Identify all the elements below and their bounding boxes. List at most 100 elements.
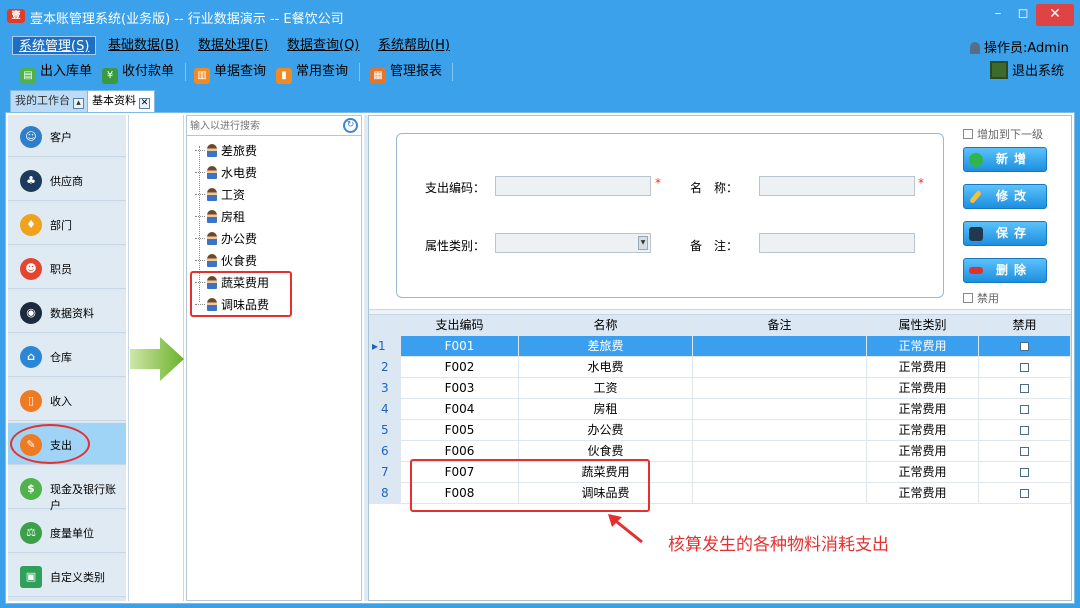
- col-header-type[interactable]: 属性类别: [867, 315, 979, 336]
- grid-cell-name[interactable]: 房租: [519, 399, 693, 420]
- col-header-name[interactable]: 名称: [519, 315, 693, 336]
- row-number[interactable]: 5: [369, 420, 401, 441]
- disabled-checkbox[interactable]: [1020, 363, 1029, 372]
- disabled-checkbox[interactable]: [1020, 405, 1029, 414]
- close-button[interactable]: ✕: [1036, 4, 1074, 26]
- toolbar-payment-order-button[interactable]: ¥ 收付款单: [102, 61, 174, 84]
- grid-cell-note[interactable]: [693, 336, 867, 357]
- delete-button[interactable]: 删除: [963, 258, 1047, 283]
- sidebar-item-supplier[interactable]: ♣ 供应商: [8, 159, 126, 201]
- col-header-disabled[interactable]: 禁用: [979, 315, 1071, 336]
- menu-help[interactable]: 系统帮助(H): [372, 36, 456, 55]
- add-button[interactable]: 新增: [963, 147, 1047, 172]
- grid-cell-code[interactable]: F001: [401, 336, 519, 357]
- search-input[interactable]: [190, 118, 340, 134]
- row-number[interactable]: 4: [369, 399, 401, 420]
- edit-button[interactable]: 修改: [963, 184, 1047, 209]
- grid-cell-type[interactable]: 正常费用: [867, 336, 979, 357]
- disabled-checkbox[interactable]: [1020, 426, 1029, 435]
- tree-item[interactable]: 伙食费: [195, 251, 257, 271]
- exit-system-button[interactable]: 退出系统: [990, 61, 1064, 82]
- grid-cell-type[interactable]: 正常费用: [867, 357, 979, 378]
- grid-cell-note[interactable]: [693, 357, 867, 378]
- maximize-button[interactable]: ◻: [1012, 4, 1034, 26]
- grid-cell-name[interactable]: 办公费: [519, 420, 693, 441]
- chevron-down-icon[interactable]: ▼: [638, 236, 648, 250]
- grid-cell-note[interactable]: [693, 462, 867, 483]
- grid-cell-type[interactable]: 正常费用: [867, 441, 979, 462]
- grid-cell-type[interactable]: 正常费用: [867, 483, 979, 504]
- table-row[interactable]: 4 F004 房租 正常费用: [369, 399, 1071, 420]
- table-row[interactable]: ▸1 F001 差旅费 正常费用: [369, 336, 1071, 357]
- tree-item[interactable]: 办公费: [195, 229, 257, 249]
- disabled-checkbox[interactable]: [1020, 384, 1029, 393]
- disabled-checkbox[interactable]: [1020, 342, 1029, 351]
- grid-cell-name[interactable]: 差旅费: [519, 336, 693, 357]
- grid-cell-note[interactable]: [693, 420, 867, 441]
- grid-cell-name[interactable]: 工资: [519, 378, 693, 399]
- disabled-checkbox[interactable]: [1020, 447, 1029, 456]
- minimize-button[interactable]: –: [988, 4, 1008, 26]
- save-button[interactable]: 保存: [963, 221, 1047, 246]
- grid-cell-note[interactable]: [693, 441, 867, 462]
- toolbar-report-button[interactable]: ▦ 管理报表: [370, 61, 442, 84]
- sidebar-item-income[interactable]: ▯ 收入: [8, 379, 126, 421]
- toolbar-inout-order-button[interactable]: ▤ 出入库单: [20, 61, 92, 84]
- close-tab-icon[interactable]: ✕: [139, 98, 150, 109]
- row-number[interactable]: 8: [369, 483, 401, 504]
- tab-workbench[interactable]: 我的工作台 ▴: [10, 90, 89, 112]
- grid-cell-note[interactable]: [693, 399, 867, 420]
- table-row[interactable]: 5 F005 办公费 正常费用: [369, 420, 1071, 441]
- type-select[interactable]: ▼: [495, 233, 651, 253]
- grid-cell-type[interactable]: 正常费用: [867, 399, 979, 420]
- sidebar-item-cash-bank[interactable]: $ 现金及银行账户: [8, 467, 126, 512]
- row-number[interactable]: 2: [369, 357, 401, 378]
- refresh-search-icon[interactable]: ↻: [343, 118, 358, 133]
- code-field[interactable]: [495, 176, 651, 196]
- tree-item[interactable]: 差旅费: [195, 141, 257, 161]
- toolbar-doc-query-button[interactable]: ▥ 单据查询: [194, 61, 266, 84]
- disabled-checkbox[interactable]: [1020, 468, 1029, 477]
- grid-cell-note[interactable]: [693, 378, 867, 399]
- menu-data-query[interactable]: 数据查询(Q): [281, 36, 365, 55]
- row-number[interactable]: ▸1: [369, 336, 401, 357]
- sidebar-item-custom-category[interactable]: ▣ 自定义类别: [8, 555, 126, 597]
- tab-basic-data[interactable]: 基本资料 ✕: [87, 90, 155, 112]
- grid-cell-type[interactable]: 正常费用: [867, 462, 979, 483]
- grid-cell-name[interactable]: 水电费: [519, 357, 693, 378]
- grid-cell-code[interactable]: F004: [401, 399, 519, 420]
- row-number[interactable]: 6: [369, 441, 401, 462]
- sidebar-item-customer[interactable]: ☺ 客户: [8, 115, 126, 157]
- row-number[interactable]: 7: [369, 462, 401, 483]
- sidebar-item-data[interactable]: ◉ 数据资料: [8, 291, 126, 333]
- grid-cell-code[interactable]: F005: [401, 420, 519, 441]
- toolbar-common-query-button[interactable]: ▮ 常用查询: [276, 61, 348, 84]
- grid-cell-note[interactable]: [693, 483, 867, 504]
- menu-system[interactable]: 系统管理(S): [12, 36, 97, 55]
- add-next-level-checkbox[interactable]: 增加到下一级: [963, 126, 1043, 142]
- disable-checkbox[interactable]: 禁用: [963, 290, 999, 306]
- grid-cell-code[interactable]: F002: [401, 357, 519, 378]
- tree-item[interactable]: 工资: [195, 185, 245, 205]
- col-header-code[interactable]: 支出编码: [401, 315, 519, 336]
- pin-icon[interactable]: ▴: [73, 98, 84, 109]
- sidebar-item-staff[interactable]: ☻ 职员: [8, 247, 126, 289]
- sidebar-item-warehouse[interactable]: ⌂ 仓库: [8, 335, 126, 377]
- tree-item[interactable]: 水电费: [195, 163, 257, 183]
- table-row[interactable]: 3 F003 工资 正常费用: [369, 378, 1071, 399]
- menu-data-processing[interactable]: 数据处理(E): [192, 36, 274, 55]
- grid-cell-type[interactable]: 正常费用: [867, 378, 979, 399]
- table-row[interactable]: 2 F002 水电费 正常费用: [369, 357, 1071, 378]
- sidebar-item-department[interactable]: ♦ 部门: [8, 203, 126, 245]
- name-field[interactable]: [759, 176, 915, 196]
- grid-cell-code[interactable]: F003: [401, 378, 519, 399]
- note-field[interactable]: [759, 233, 915, 253]
- sidebar-item-unit[interactable]: ⚖ 度量单位: [8, 511, 126, 553]
- highlight-ellipse: [10, 424, 90, 464]
- disabled-checkbox[interactable]: [1020, 489, 1029, 498]
- col-header-note[interactable]: 备注: [693, 315, 867, 336]
- grid-cell-type[interactable]: 正常费用: [867, 420, 979, 441]
- menu-basic-data[interactable]: 基础数据(B): [102, 36, 185, 55]
- row-number[interactable]: 3: [369, 378, 401, 399]
- tree-item[interactable]: 房租: [195, 207, 245, 227]
